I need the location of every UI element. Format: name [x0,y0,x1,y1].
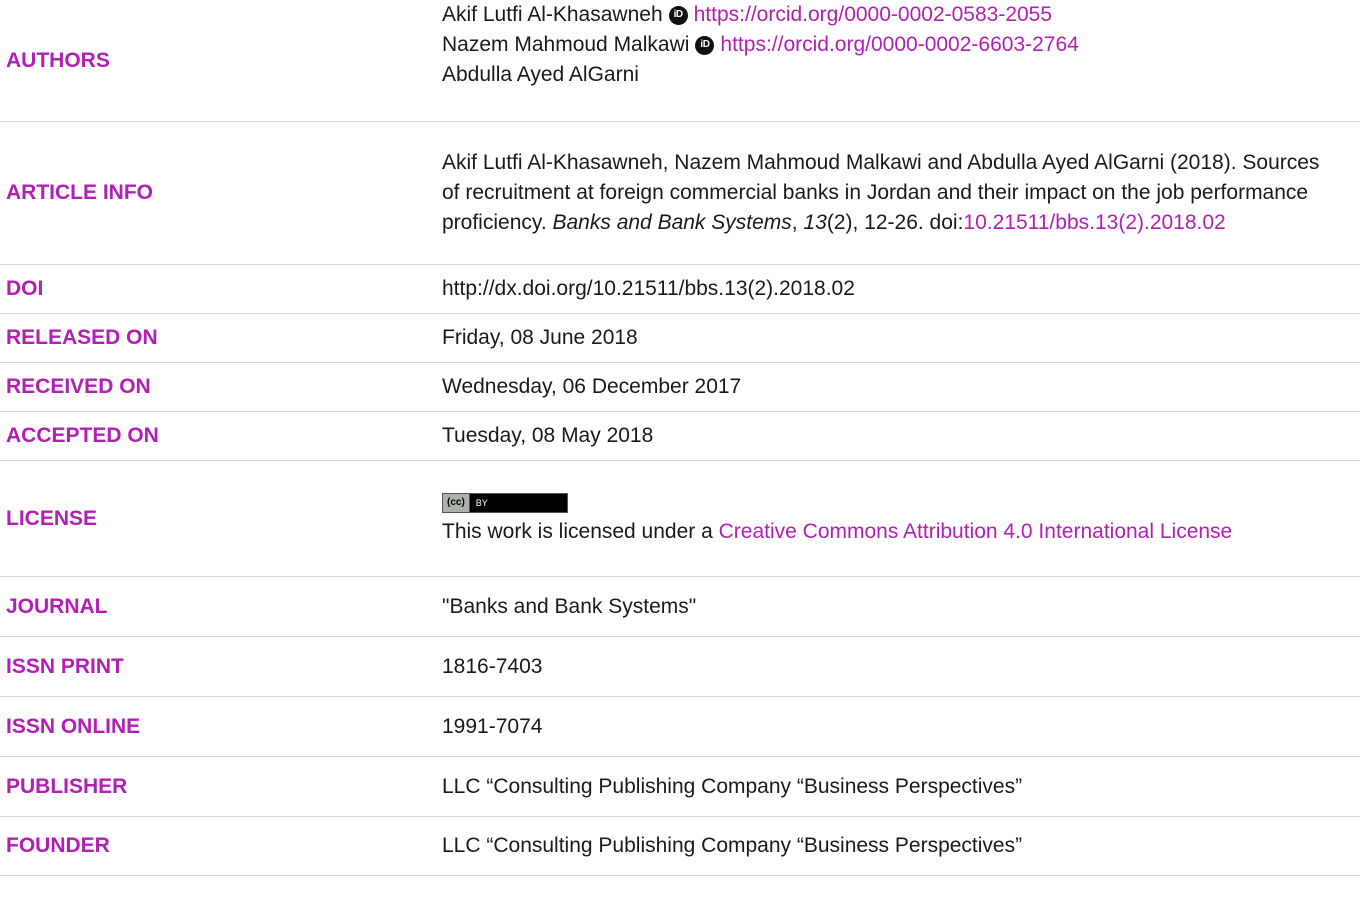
license-link[interactable]: Creative Commons Attribution 4.0 Interna… [719,520,1233,543]
issn-print-row: ISSN PRINT 1816-7403 [0,637,1360,697]
orcid-icon: iD [695,35,715,55]
author-3: Abdulla Ayed AlGarni [442,60,1320,90]
authors-list: Akif Lutfi Al-Khasawneh iD https://orcid… [442,0,1360,121]
issn-online-value: 1991-7074 [442,714,543,738]
accepted-row: ACCEPTED ON Tuesday, 08 May 2018 [0,412,1360,461]
license-label: LICENSE [6,506,98,530]
accepted-value: Tuesday, 08 May 2018 [442,424,654,447]
publisher-value: LLC “Consulting Publishing Company “Busi… [442,774,1023,798]
author-name: Abdulla Ayed AlGarni [442,63,639,86]
article-metadata-table: AUTHORS Akif Lutfi Al-Khasawneh iD https… [0,0,1360,876]
cc-icon: (cc) [443,493,470,512]
author-name: Akif Lutfi Al-Khasawneh [442,3,663,26]
author-name: Nazem Mahmoud Malkawi [442,33,690,56]
journal-label: JOURNAL [6,594,108,618]
doi-label: DOI [6,277,44,300]
author-2: Nazem Mahmoud Malkawi iD https://orcid.o… [442,30,1320,60]
doi-row: DOI http://dx.doi.org/10.21511/bbs.13(2)… [0,265,1360,314]
released-value: Friday, 08 June 2018 [442,326,638,349]
article-info-row: ARTICLE INFO Akif Lutfi Al-Khasawneh, Na… [0,122,1360,265]
received-row: RECEIVED ON Wednesday, 06 December 2017 [0,363,1360,412]
article-info-label: ARTICLE INFO [6,181,153,204]
orcid-icon: iD [668,5,688,25]
citation: Akif Lutfi Al-Khasawneh, Nazem Mahmoud M… [442,122,1360,264]
publisher-label: PUBLISHER [6,774,128,798]
founder-row: FOUNDER LLC “Consulting Publishing Compa… [0,817,1360,876]
journal-row: JOURNAL "Banks and Bank Systems" [0,577,1360,637]
publisher-row: PUBLISHER LLC “Consulting Publishing Com… [0,757,1360,817]
received-value: Wednesday, 06 December 2017 [442,375,742,398]
orcid-link[interactable]: https://orcid.org/0000-0002-0583-2055 [694,0,1052,30]
authors-label: AUTHORS [6,48,110,72]
released-row: RELEASED ON Friday, 08 June 2018 [0,314,1360,363]
founder-label: FOUNDER [6,834,110,857]
by-icon: BY [469,493,567,512]
author-1: Akif Lutfi Al-Khasawneh iD https://orcid… [442,0,1320,30]
issn-print-value: 1816-7403 [442,654,543,678]
cc-by-badge[interactable]: (cc) BY [442,492,568,513]
received-label: RECEIVED ON [6,375,151,398]
doi-citation-link[interactable]: 10.21511/bbs.13(2).2018.02 [963,211,1225,234]
issn-print-label: ISSN PRINT [6,654,124,678]
journal-value: "Banks and Bank Systems" [442,594,697,618]
citation-text: Akif Lutfi Al-Khasawneh, Nazem Mahmoud M… [442,151,1320,234]
orcid-link[interactable]: https://orcid.org/0000-0002-6603-2764 [720,30,1078,60]
accepted-label: ACCEPTED ON [6,424,159,447]
license-text: This work is licensed under a Creative C… [442,519,1233,543]
founder-value: LLC “Consulting Publishing Company “Busi… [442,834,1023,857]
authors-row: AUTHORS Akif Lutfi Al-Khasawneh iD https… [0,0,1360,122]
issn-online-row: ISSN ONLINE 1991-7074 [0,697,1360,757]
doi-value: http://dx.doi.org/10.21511/bbs.13(2).201… [442,277,855,300]
license-value: (cc) BY This work is licensed under a Cr… [442,461,1360,576]
license-row: LICENSE (cc) BY This work is licensed un… [0,461,1360,577]
issn-online-label: ISSN ONLINE [6,714,141,738]
released-label: RELEASED ON [6,326,158,349]
